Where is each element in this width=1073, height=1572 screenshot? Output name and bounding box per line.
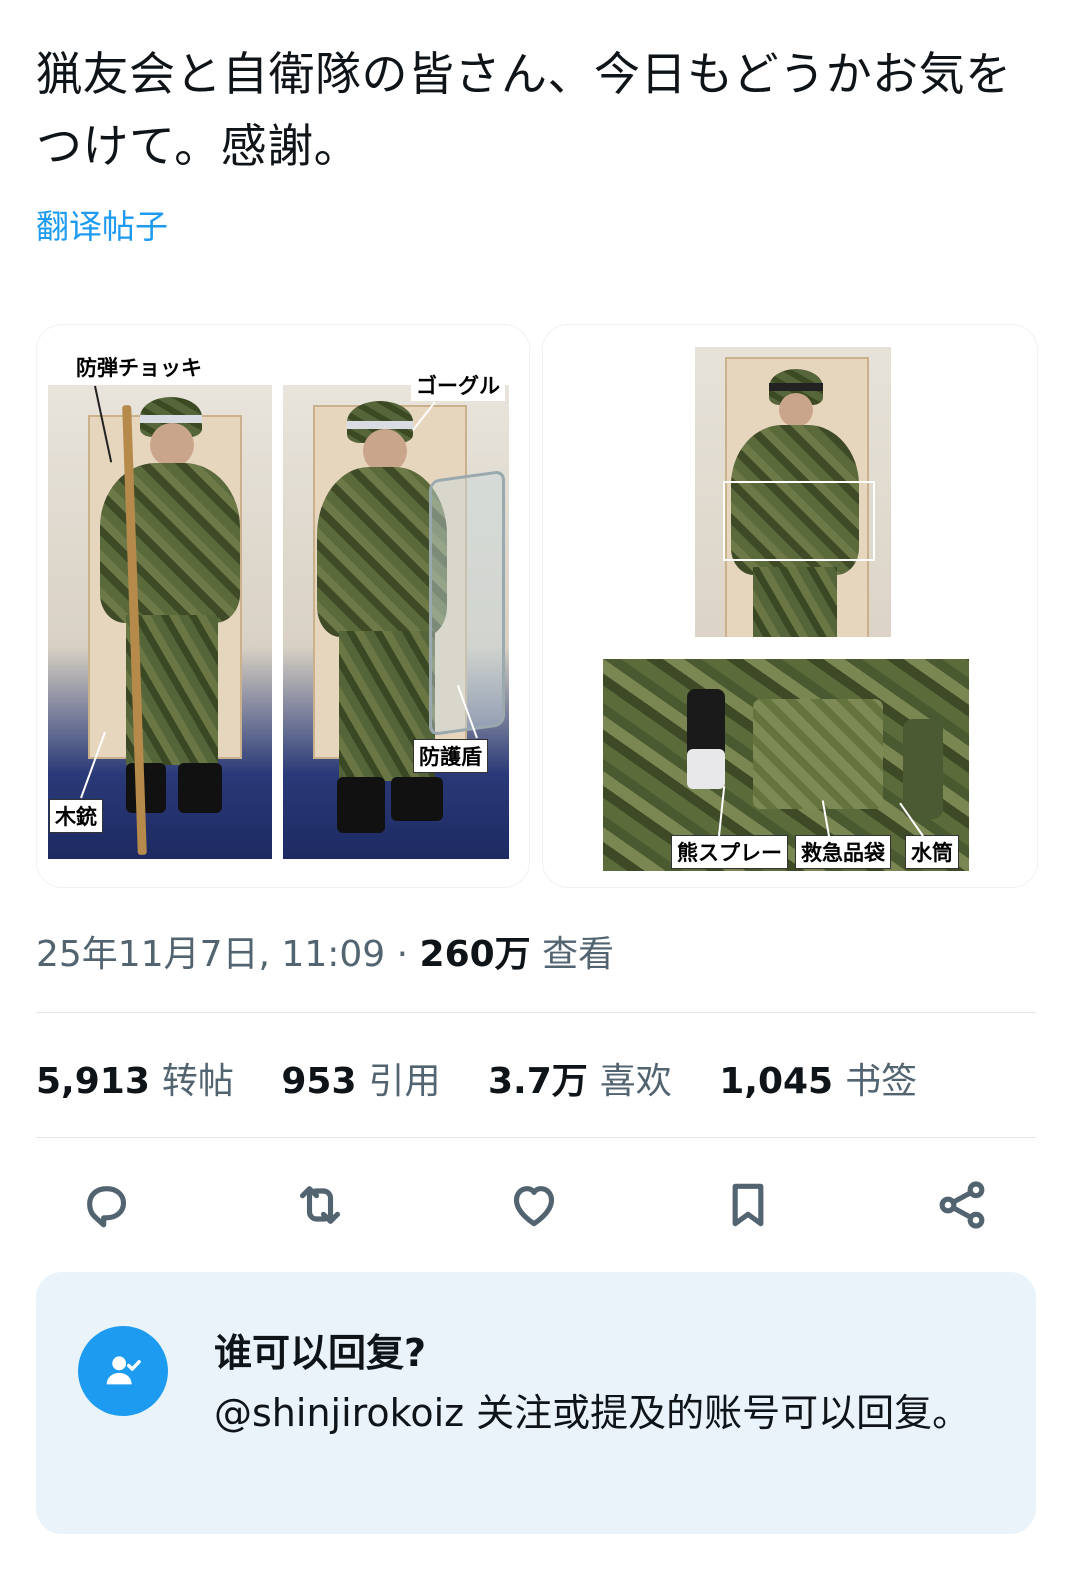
- stat-likes[interactable]: 3.7万 喜欢: [488, 1061, 672, 1102]
- zoom-highlight-box: [723, 481, 875, 561]
- media-image-left[interactable]: 防弾チョッキ ゴーグル 木銃 防護盾: [36, 324, 530, 888]
- label-bear-spray: 熊スプレー: [671, 835, 788, 869]
- reply-restriction-box: 谁可以回复? @shinjirokoiz 关注或提及的账号可以回复。: [36, 1272, 1036, 1534]
- label-first-aid-pouch: 救急品袋: [795, 835, 891, 869]
- share-icon: [939, 1181, 985, 1229]
- views-label: 查看: [542, 934, 615, 975]
- bookmark-icon: [732, 1183, 764, 1227]
- repost-button[interactable]: [290, 1175, 350, 1235]
- soldier-rifle-photo: [48, 385, 272, 859]
- label-wooden-rifle: 木銃: [49, 799, 103, 833]
- label-goggles: ゴーグル: [411, 369, 505, 401]
- reply-restriction-title: 谁可以回复?: [214, 1331, 427, 1375]
- translate-post-link[interactable]: 翻译帖子: [36, 200, 168, 248]
- label-canteen: 水筒: [905, 835, 959, 869]
- engagement-stats: 5,913 转帖 953 引用 3.7万 喜欢 1,045 书签: [36, 1052, 953, 1104]
- meta-separator: ·: [396, 934, 409, 975]
- post-text: 猟友会と自衛隊の皆さん、今日もどうかお気をつけて。感謝。: [36, 47, 1012, 173]
- soldier-shield-photo: [283, 385, 509, 859]
- stat-reposts[interactable]: 5,913 转帖: [36, 1061, 234, 1102]
- soldier-front-photo: [695, 347, 891, 637]
- divider-bottom: [36, 1137, 1036, 1138]
- reply-button[interactable]: [76, 1175, 136, 1235]
- post-timestamp[interactable]: 25年11月7日, 11:09: [36, 934, 385, 975]
- like-icon: [513, 1186, 555, 1227]
- post-meta: 25年11月7日, 11:09 · 260万 查看: [36, 925, 614, 977]
- share-button[interactable]: [932, 1175, 992, 1235]
- views-count: 260万: [419, 934, 531, 975]
- label-shield: 防護盾: [413, 739, 488, 773]
- bookmark-button[interactable]: [718, 1175, 778, 1235]
- user-check-icon: [78, 1326, 168, 1416]
- reply-restriction-description: @shinjirokoiz 关注或提及的账号可以回复。: [214, 1391, 971, 1435]
- like-button[interactable]: [504, 1175, 564, 1235]
- repost-icon: [299, 1186, 341, 1224]
- divider-top: [36, 1012, 1036, 1013]
- stat-bookmarks[interactable]: 1,045 书签: [719, 1061, 917, 1102]
- reply-icon: [87, 1186, 127, 1228]
- label-vest: 防弾チョッキ: [76, 356, 202, 380]
- stat-quotes[interactable]: 953 引用: [281, 1061, 440, 1102]
- media-image-right[interactable]: 熊スプレー 救急品袋 水筒: [542, 324, 1038, 888]
